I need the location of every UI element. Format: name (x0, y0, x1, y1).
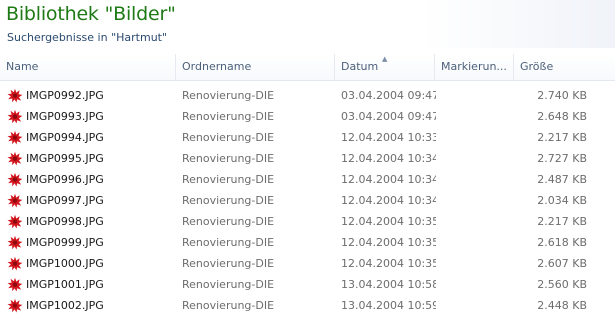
file-row[interactable]: IMGP0992.JPG Renovierung-DIE 03.04.2004 09… (0, 85, 615, 106)
file-row[interactable]: IMGP0998.JPG Renovierung-DIE 12.04.2004 10… (0, 211, 615, 232)
file-folder: Renovierung-DIE (182, 194, 275, 207)
file-folder: Renovierung-DIE (182, 236, 275, 249)
file-name: IMGP0993.JPG (26, 110, 104, 123)
file-size: 2.607 KB (537, 257, 587, 270)
image-file-icon (7, 130, 23, 145)
file-date: 12.04.2004 10:34 (341, 152, 436, 165)
file-name: IMGP0999.JPG (26, 236, 104, 249)
file-folder: Renovierung-DIE (182, 257, 275, 270)
sort-up-icon: ▲ (382, 55, 388, 63)
file-name: IMGP0994.JPG (26, 131, 104, 144)
file-folder: Renovierung-DIE (182, 215, 275, 228)
file-folder: Renovierung-DIE (182, 173, 275, 186)
file-row[interactable]: IMGP0993.JPG Renovierung-DIE 03.04.2004 09… (0, 106, 615, 127)
file-folder: Renovierung-DIE (182, 89, 275, 102)
file-row[interactable]: IMGP1001.JPG Renovierung-DIE 13.04.2004 10… (0, 274, 615, 295)
library-title: Bibliothek "Bilder" (6, 3, 176, 25)
column-header-name[interactable]: Name (0, 54, 176, 80)
file-name: IMGP0992.JPG (26, 89, 104, 102)
file-size: 2.740 KB (537, 89, 587, 102)
image-file-icon (7, 172, 23, 187)
file-folder: Renovierung-DIE (182, 278, 275, 291)
file-size: 2.727 KB (537, 152, 587, 165)
image-file-icon (7, 214, 23, 229)
file-name: IMGP0996.JPG (26, 173, 104, 186)
file-date: 12.04.2004 10:34 (341, 173, 436, 186)
search-scope-subtitle: Suchergebnisse in "Hartmut" (7, 31, 168, 44)
column-header-folder[interactable]: Ordnername (176, 54, 335, 80)
file-size: 2.618 KB (537, 236, 587, 249)
file-row[interactable]: IMGP0999.JPG Renovierung-DIE 12.04.2004 10… (0, 232, 615, 253)
image-file-icon (7, 88, 23, 103)
file-name: IMGP0997.JPG (26, 194, 104, 207)
explorer-library-pane: Bibliothek "Bilder" Suchergebnisse in "H… (0, 0, 615, 317)
image-file-icon (7, 298, 23, 313)
file-folder: Renovierung-DIE (182, 152, 275, 165)
image-file-icon (7, 193, 23, 208)
file-date: 12.04.2004 10:33 (341, 131, 436, 144)
header-glass (420, 0, 615, 48)
image-file-icon (7, 109, 23, 124)
file-row[interactable]: IMGP0995.JPG Renovierung-DIE 12.04.2004 10… (0, 148, 615, 169)
file-name: IMGP1001.JPG (26, 278, 104, 291)
file-date: 03.04.2004 09:47 (341, 89, 436, 102)
column-header-bar: Name Ordnername Datum Markierun... Größe (0, 54, 615, 81)
image-file-icon (7, 277, 23, 292)
file-size: 2.487 KB (537, 173, 587, 186)
file-folder: Renovierung-DIE (182, 110, 275, 123)
file-size: 2.217 KB (537, 131, 587, 144)
file-row[interactable]: IMGP0997.JPG Renovierung-DIE 12.04.2004 10… (0, 190, 615, 211)
file-date: 03.04.2004 09:47 (341, 110, 436, 123)
file-date: 12.04.2004 10:35 (341, 236, 436, 249)
image-file-icon (7, 235, 23, 250)
file-size: 2.217 KB (537, 215, 587, 228)
file-name: IMGP0995.JPG (26, 152, 104, 165)
file-row[interactable]: IMGP0996.JPG Renovierung-DIE 12.04.2004 10… (0, 169, 615, 190)
file-row[interactable]: IMGP1000.JPG Renovierung-DIE 12.04.2004 10… (0, 253, 615, 274)
file-date: 12.04.2004 10:34 (341, 194, 436, 207)
file-size: 2.560 KB (537, 278, 587, 291)
file-name: IMGP1002.JPG (26, 299, 104, 312)
column-header-tags[interactable]: Markierun... (435, 54, 514, 80)
file-date: 13.04.2004 10:59 (341, 299, 436, 312)
file-date: 13.04.2004 10:58 (341, 278, 436, 291)
file-date: 12.04.2004 10:35 (341, 257, 436, 270)
file-row[interactable]: IMGP0994.JPG Renovierung-DIE 12.04.2004 10… (0, 127, 615, 148)
file-size: 2.448 KB (537, 299, 587, 312)
file-size: 2.034 KB (537, 194, 587, 207)
file-folder: Renovierung-DIE (182, 299, 275, 312)
column-header-size[interactable]: Größe (514, 54, 615, 80)
image-file-icon (7, 256, 23, 271)
file-date: 12.04.2004 10:35 (341, 215, 436, 228)
file-folder: Renovierung-DIE (182, 131, 275, 144)
file-name: IMGP0998.JPG (26, 215, 104, 228)
file-size: 2.648 KB (537, 110, 587, 123)
file-name: IMGP1000.JPG (26, 257, 104, 270)
file-row[interactable]: IMGP1002.JPG Renovierung-DIE 13.04.2004 10… (0, 295, 615, 316)
image-file-icon (7, 151, 23, 166)
